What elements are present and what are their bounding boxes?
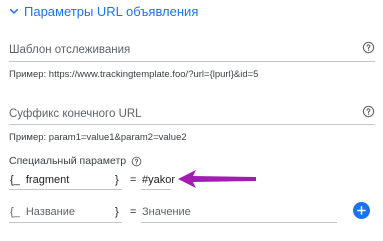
help-circle-icon[interactable] — [362, 41, 375, 54]
final-url-suffix-label: Суффикс конечного URL — [9, 108, 142, 120]
final-url-suffix-input[interactable]: Суффикс конечного URL — [9, 108, 142, 120]
arrow-left-icon — [178, 170, 256, 188]
section-header-ad-url-options[interactable]: Параметры URL объявления — [6, 1, 198, 21]
new-param-prefix: {_ — [10, 206, 20, 218]
add-parameter-button[interactable] — [353, 202, 370, 219]
param-close-brace: } — [115, 174, 119, 186]
plus-icon — [357, 206, 366, 215]
param-value-underline — [141, 189, 171, 190]
new-param-value-input[interactable]: Значение — [142, 206, 191, 218]
param-name-input[interactable]: {_ fragment — [10, 174, 69, 186]
new-param-value-underline — [141, 222, 337, 223]
help-circle-icon[interactable] — [362, 105, 375, 118]
tracking-template-input[interactable]: Шаблон отслеживания — [9, 44, 130, 56]
param-equals-sign: = — [130, 174, 137, 186]
param-value-text: #yakor — [142, 174, 176, 186]
new-param-name-underline — [9, 222, 122, 223]
new-param-equals-sign: = — [130, 206, 137, 218]
final-url-suffix-example: Пример: param1=value1&param2=value2 — [9, 132, 187, 143]
custom-parameter-label: Специальный параметр — [9, 155, 142, 167]
section-title: Параметры URL объявления — [24, 3, 199, 19]
new-param-name-input[interactable]: {_ Название — [10, 206, 75, 218]
tracking-template-example: Пример: https://www.trackingtemplate.foo… — [9, 69, 259, 80]
custom-parameter-label-text: Специальный параметр — [9, 155, 127, 167]
tracking-template-underline — [9, 61, 375, 62]
param-prefix: {_ — [10, 174, 20, 186]
final-url-suffix-underline — [9, 124, 375, 125]
param-value-input[interactable]: #yakor — [142, 174, 175, 186]
new-param-close-brace: } — [115, 206, 119, 218]
new-param-name-placeholder: Название — [25, 206, 76, 218]
help-circle-icon[interactable] — [131, 156, 142, 167]
param-name-underline — [9, 189, 122, 190]
new-param-value-placeholder: Значение — [142, 206, 191, 218]
param-name-value: fragment — [25, 174, 70, 186]
tracking-template-label: Шаблон отслеживания — [9, 44, 131, 56]
chevron-down-icon — [9, 8, 19, 14]
